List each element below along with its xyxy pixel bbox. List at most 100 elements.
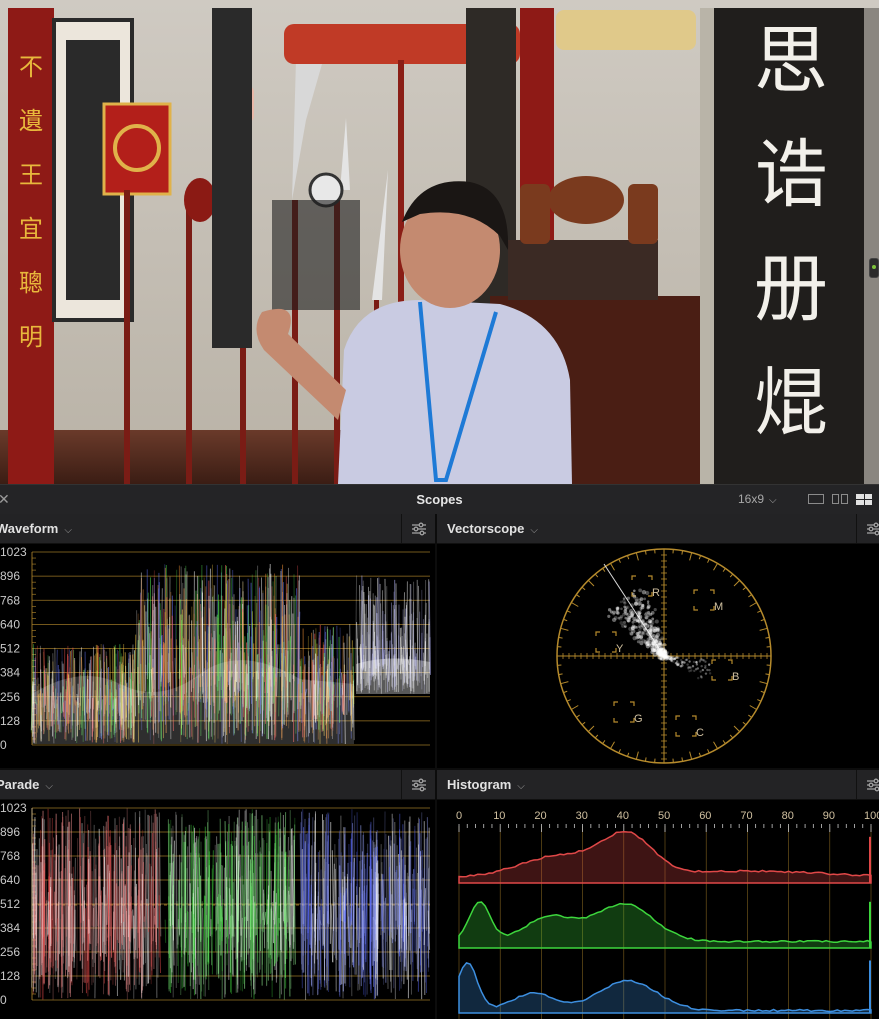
histogram-scale-label: 50 — [658, 810, 670, 822]
vectorscope-target-label: Y — [616, 643, 624, 655]
pillar-char: 宜 — [19, 215, 43, 243]
vectorscope-trace — [623, 601, 627, 605]
vectorscope-tick — [602, 568, 606, 572]
histogram-settings-button[interactable] — [856, 770, 879, 799]
vectorscope-target-label: C — [696, 727, 704, 739]
parade-red-trace — [43, 896, 46, 984]
vectorscope-tick — [560, 681, 569, 685]
vectorscope-trace — [633, 589, 636, 593]
vectorscope-tick — [681, 757, 684, 762]
scale-label: 128 — [0, 969, 20, 983]
vectorscope-trace — [645, 623, 650, 628]
vectorscope-trace — [643, 597, 647, 601]
chevron-down-icon: ⌵ — [45, 781, 53, 792]
vectorscope-trace — [646, 600, 650, 603]
vectorscope-tick — [558, 673, 563, 676]
layout-switcher — [808, 494, 872, 505]
vectorscope-tick — [644, 550, 647, 555]
vectorscope-tick — [563, 690, 568, 694]
parade-red-trace — [45, 879, 48, 968]
pillar-char: 明 — [19, 323, 43, 351]
vectorscope-trace — [667, 655, 670, 658]
vectorscope-trace — [646, 641, 651, 646]
vectorscope-trace — [607, 614, 611, 618]
parade-title: Parade — [0, 777, 40, 792]
chevron-down-icon: ⌵ — [517, 781, 525, 792]
waveform-settings-button[interactable] — [401, 514, 436, 543]
vectorscope-tick — [626, 555, 630, 560]
video-viewer[interactable]: 思 诰 册 焜 不 遺 王 宜 聰 明 — [0, 0, 879, 484]
single-layout-icon[interactable] — [808, 494, 824, 504]
vectorscope-tick — [749, 705, 757, 710]
waveform-display: 1023 896 768 640 512 384 256 128 0 — [0, 544, 435, 768]
aspect-ratio-dropdown[interactable]: 16x9 ⌵ — [738, 492, 777, 506]
histogram-scale-label: 20 — [534, 810, 546, 822]
vectorscope-trace — [653, 648, 657, 653]
vectorscope-tick — [581, 586, 586, 591]
scale-label: 256 — [0, 945, 20, 959]
vectorscope-trace — [630, 603, 635, 608]
viewer-side-handle[interactable] — [869, 258, 879, 278]
waveform-header: Waveform ⌵ — [0, 514, 435, 544]
vectorscope-tick — [566, 610, 571, 613]
vectorscope-trace — [699, 670, 702, 673]
parade-red-trace — [33, 862, 36, 984]
vectorscope-tick — [610, 563, 615, 571]
scale-label: 512 — [0, 642, 20, 656]
waveform-dropdown[interactable]: Waveform ⌵ — [0, 521, 72, 536]
vectorscope-trace — [685, 658, 689, 661]
vectorscope-trace — [704, 672, 708, 675]
vectorscope-trace — [655, 626, 660, 631]
parade-blue-trace — [321, 814, 324, 946]
vectorscope-tick — [765, 636, 770, 639]
vectorscope-trace — [654, 619, 659, 624]
vectorscope-dropdown[interactable]: Vectorscope ⌵ — [447, 521, 538, 536]
vectorscope-settings-button[interactable] — [856, 514, 879, 543]
histogram-dropdown[interactable]: Histogram ⌵ — [447, 777, 525, 792]
vectorscope-trace — [679, 658, 683, 662]
scale-label: 256 — [0, 690, 20, 704]
vectorscope-trace — [663, 650, 666, 653]
histogram-scale-label: 30 — [576, 810, 588, 822]
vectorscope-trace — [651, 617, 655, 621]
vectorscope-tick — [698, 752, 702, 757]
vectorscope-target — [711, 659, 733, 681]
dual-layout-icon[interactable] — [832, 494, 848, 504]
vectorscope-trace — [637, 598, 642, 603]
vectorscope-trace — [706, 668, 709, 672]
histogram-header: Histogram ⌵ — [437, 770, 879, 800]
vectorscope-display: R M B C G Y — [437, 544, 879, 768]
vectorscope-trace — [681, 664, 684, 667]
quad-layout-icon[interactable] — [856, 494, 872, 505]
vectorscope-tick — [689, 552, 693, 561]
vectorscope-target — [693, 589, 715, 611]
pillar-char: 不 — [19, 53, 43, 81]
vectorscope-tick — [644, 757, 647, 762]
scale-label: 768 — [0, 593, 20, 607]
parade-settings-button[interactable] — [401, 770, 436, 799]
vectorscope-tick — [563, 618, 568, 622]
parade-green-trace — [271, 902, 273, 973]
histogram-scale-label: 40 — [617, 810, 629, 822]
vectorscope-target-label: G — [634, 713, 643, 725]
vectorscope-trace — [638, 625, 641, 629]
vectorscope-trace — [624, 616, 628, 620]
vectorscope-tick — [635, 751, 639, 760]
vectorscope-trace — [670, 656, 673, 660]
vectorscope-target-label: B — [732, 671, 739, 683]
vectorscope-target-label: M — [714, 601, 723, 613]
vectorscope-trace — [677, 663, 680, 666]
vectorscope-trace — [646, 631, 651, 636]
parade-blue-trace — [372, 817, 375, 941]
vectorscope-trace — [692, 660, 696, 664]
chevron-down-icon: ⌵ — [530, 525, 538, 536]
parade-blue-trace — [392, 818, 395, 989]
parade-green-trace — [242, 845, 245, 984]
vectorscope-trace — [639, 641, 644, 646]
histogram-scale-label: 60 — [699, 810, 711, 822]
parade-dropdown[interactable]: Parade ⌵ — [0, 777, 53, 792]
parade-blue-trace — [349, 913, 352, 926]
vectorscope-target — [595, 631, 617, 653]
vectorscope-target — [613, 701, 635, 723]
vectorscope-tick — [587, 725, 595, 733]
